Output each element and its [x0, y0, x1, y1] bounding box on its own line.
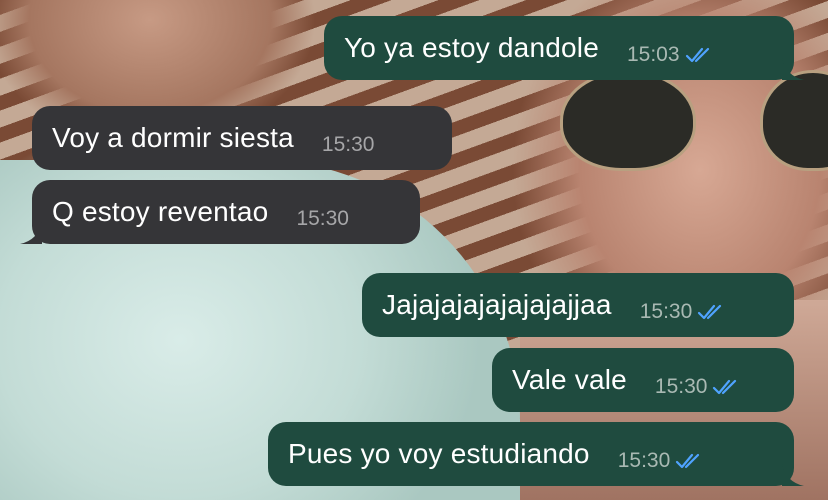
message-meta: 15:30: [296, 207, 349, 231]
bubble-tail: [782, 58, 804, 80]
double-check-icon: [685, 47, 709, 63]
message-time: 15:03: [626, 43, 680, 66]
message-meta: 15:30: [655, 375, 741, 399]
message-bubble-outgoing[interactable]: Vale vale 15:30: [492, 348, 794, 412]
message-time: 15:30: [296, 207, 349, 230]
message-time: 15:30: [321, 133, 375, 156]
double-check-icon: [676, 453, 700, 469]
message-bubble-outgoing[interactable]: Jajajajajajajajajjaa 15:30: [362, 273, 794, 337]
message-meta: 15:30: [618, 449, 704, 473]
message-meta: 15:30: [640, 300, 726, 324]
message-time: 15:30: [639, 300, 693, 323]
double-check-icon: [713, 379, 737, 395]
double-check-icon: [698, 304, 722, 320]
message-meta: 15:03: [627, 43, 713, 67]
bubble-tail: [20, 222, 42, 244]
bubble-tail: [782, 464, 804, 486]
message-bubble-incoming[interactable]: Voy a dormir siesta 15:30: [32, 106, 452, 170]
message-text: Pues yo voy estudiando: [288, 438, 590, 469]
message-text: Jajajajajajajajajjaa: [382, 289, 612, 320]
message-text: Voy a dormir siesta: [52, 122, 294, 153]
message-bubble-outgoing[interactable]: Yo ya estoy dandole 15:03: [324, 16, 804, 80]
message-text: Q estoy reventao: [52, 196, 269, 227]
message-text: Yo ya estoy dandole: [344, 32, 599, 63]
message-time: 15:30: [654, 375, 708, 398]
message-bubble-incoming[interactable]: Q estoy reventao 15:30: [20, 180, 420, 244]
message-time: 15:30: [617, 449, 671, 472]
message-text: Vale vale: [512, 364, 627, 395]
message-bubble-outgoing[interactable]: Pues yo voy estudiando 15:30: [268, 422, 804, 486]
message-meta: 15:30: [322, 133, 375, 157]
